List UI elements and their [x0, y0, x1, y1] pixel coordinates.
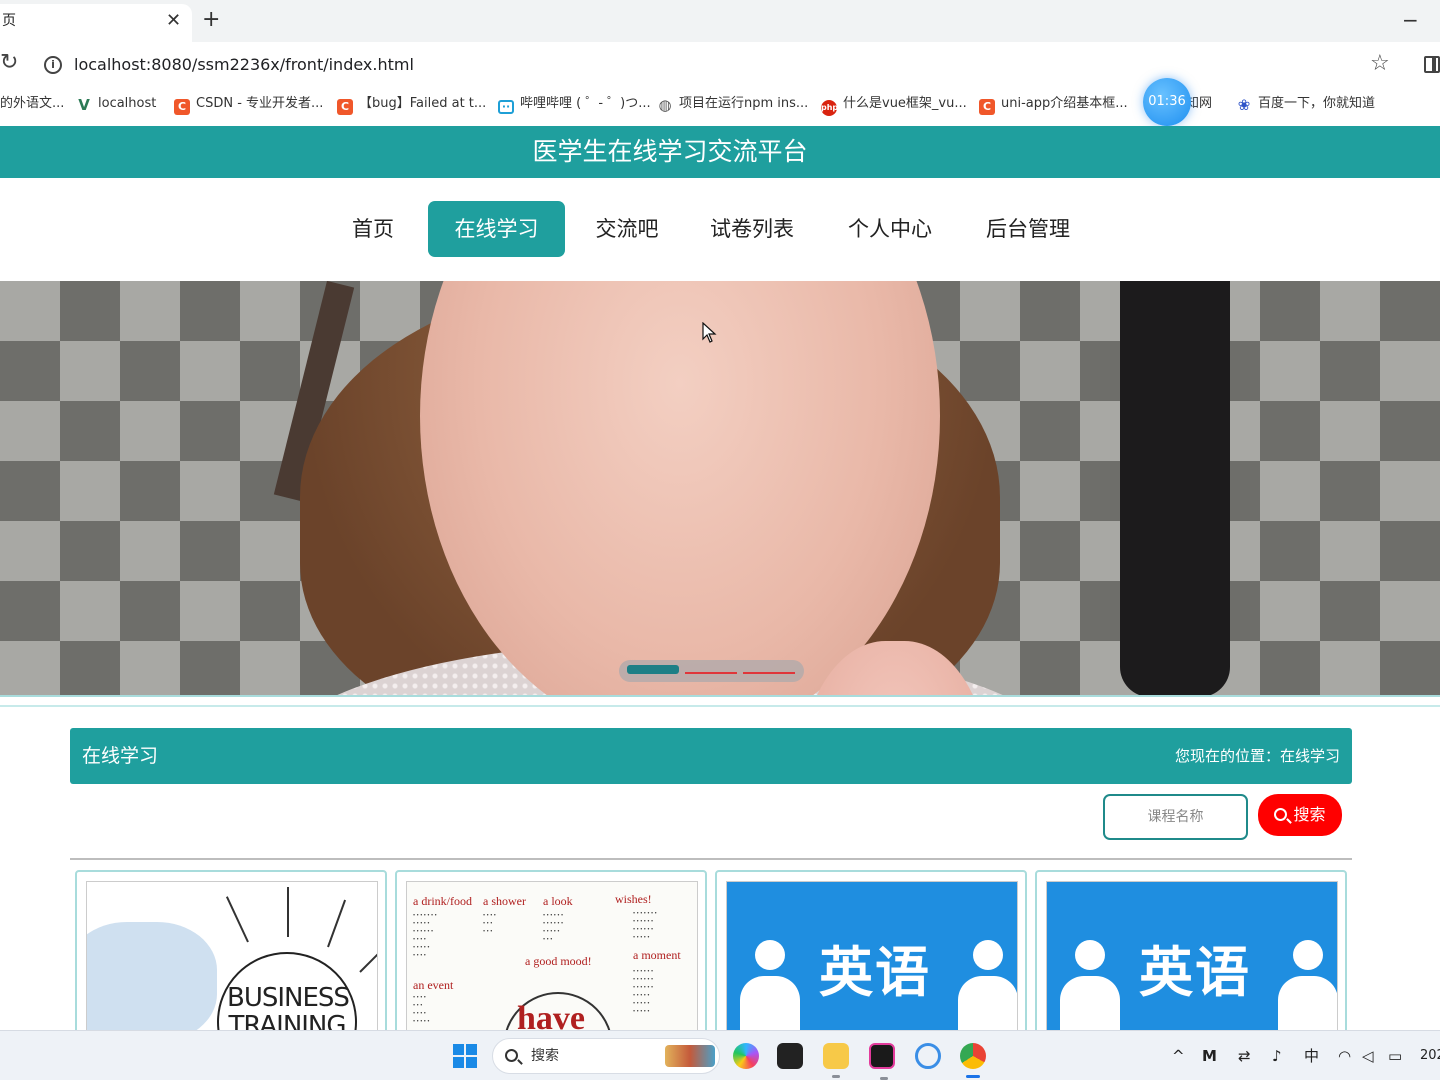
bookmark-item[interactable]: C CSDN - 专业开发者...	[174, 88, 323, 120]
csdn-icon: C	[174, 99, 190, 115]
address-bar: ↻ i localhost:8080/ssm2236x/front/index.…	[0, 42, 1440, 88]
microphone-icon[interactable]: ♪	[1272, 1031, 1282, 1081]
breadcrumb: 您现在的位置：在线学习	[1174, 747, 1340, 765]
bookmark-star-icon[interactable]: ☆	[1370, 51, 1390, 76]
bookmark-item[interactable]: ·· 哔哩哔哩 ( ゜- ゜)つ...	[498, 88, 651, 120]
person-icon	[1273, 940, 1337, 1038]
baidu-icon: ❀	[1237, 96, 1251, 114]
nav-forum[interactable]: 交流吧	[586, 201, 668, 257]
main-nav: 首页 在线学习 交流吧 试卷列表 个人中心 后台管理	[0, 180, 1440, 280]
person-icon	[953, 940, 1017, 1038]
course-card[interactable]: 英语	[715, 870, 1027, 1040]
tab-title: 页	[2, 13, 16, 29]
window-minimize-button[interactable]: −	[1402, 5, 1419, 35]
copilot-icon[interactable]	[733, 1043, 759, 1069]
windows-start-icon[interactable]	[453, 1044, 478, 1069]
search-icon	[1274, 808, 1288, 821]
carousel-pager	[619, 660, 804, 682]
carousel-dot-3[interactable]	[743, 670, 795, 674]
course-card[interactable]: 英语	[1035, 870, 1347, 1040]
section-header: 在线学习 您现在的位置：在线学习	[70, 728, 1352, 784]
course-image-business-training: BUSINESS TRAINING	[86, 881, 378, 1038]
intellij-icon[interactable]	[869, 1043, 895, 1080]
new-tab-button[interactable]: +	[202, 5, 220, 35]
bookmark-item[interactable]: ◍ 项目在运行npm ins...	[657, 88, 808, 120]
ime-indicator[interactable]: 中	[1304, 1031, 1319, 1081]
tray-app-icon[interactable]: M	[1202, 1031, 1217, 1081]
url-field[interactable]: localhost:8080/ssm2236x/front/index.html	[74, 55, 414, 74]
browser-tab[interactable]: 页 ✕	[0, 4, 192, 42]
course-image-have: a drink/food a shower a look wishes! an …	[406, 881, 698, 1038]
banner-carousel[interactable]	[0, 281, 1440, 697]
search-button[interactable]: 搜索	[1258, 794, 1342, 836]
floating-timer[interactable]: 01:36	[1143, 78, 1191, 126]
reload-icon[interactable]: ↻	[0, 50, 18, 75]
person-icon	[1055, 940, 1125, 1038]
side-panel-icon[interactable]	[1424, 56, 1440, 73]
vue-icon: V	[78, 96, 90, 114]
nav-exam-list[interactable]: 试卷列表	[700, 201, 804, 257]
carousel-dot-1[interactable]	[627, 665, 679, 674]
nav-home[interactable]: 首页	[342, 201, 404, 257]
banner-image-face	[420, 281, 940, 695]
csdn-icon: C	[337, 99, 353, 115]
browser-app-icon[interactable]	[915, 1043, 941, 1069]
divider	[70, 858, 1352, 860]
divider	[0, 705, 1440, 707]
course-card[interactable]: a drink/food a shower a look wishes! an …	[395, 870, 707, 1040]
bookmark-item[interactable]: Cuni-app介绍基本框...	[979, 88, 1128, 120]
bookmark-item[interactable]: 的外语文...	[0, 88, 64, 120]
nav-online-learning[interactable]: 在线学习	[428, 201, 565, 257]
nav-personal-center[interactable]: 个人中心	[838, 201, 942, 257]
search-highlight-icon	[665, 1045, 715, 1067]
tab-close-icon[interactable]: ✕	[166, 4, 181, 38]
tray-settings-icon[interactable]: ⇄	[1238, 1031, 1251, 1081]
nav-admin[interactable]: 后台管理	[976, 201, 1080, 257]
task-view-icon[interactable]	[777, 1043, 803, 1069]
red-site-icon: php	[821, 100, 838, 116]
bilibili-icon: ··	[498, 100, 514, 114]
person-icon	[735, 940, 805, 1038]
file-explorer-icon[interactable]	[823, 1043, 849, 1078]
bookmark-item[interactable]: Vlocalhost	[76, 88, 156, 120]
site-header: 医学生在线学习交流平台	[0, 126, 1440, 178]
globe-icon: ◍	[658, 96, 672, 114]
windows-taskbar: 搜索 ^ M ⇄ ♪ 中 ◠ ◁ ▭ 202	[0, 1030, 1440, 1080]
site-title: 医学生在线学习交流平台	[532, 137, 808, 166]
csdn-icon: C	[979, 99, 995, 115]
carousel-dot-2[interactable]	[685, 670, 737, 674]
course-image-english: 英语	[726, 881, 1018, 1038]
wifi-icon[interactable]: ◠	[1338, 1031, 1351, 1081]
taskbar-search[interactable]: 搜索	[492, 1038, 720, 1074]
browser-tab-bar: 页 ✕ + −	[0, 0, 1440, 42]
course-card[interactable]: BUSINESS TRAINING	[75, 870, 387, 1040]
course-image-english: 英语	[1046, 881, 1338, 1038]
bookmark-item[interactable]: C 【bug】Failed at t...	[337, 88, 486, 120]
tray-clock[interactable]: 202	[1420, 1031, 1440, 1081]
search-icon	[505, 1049, 518, 1062]
bookmark-item[interactable]: ❀ 百度一下，你就知道	[1236, 88, 1375, 120]
course-name-input[interactable]	[1103, 794, 1248, 840]
site-info-icon[interactable]: i	[44, 56, 62, 74]
bookmark-item[interactable]: php 什么是vue框架_vu...	[821, 88, 967, 120]
tray-chevron-up-icon[interactable]: ^	[1172, 1031, 1185, 1081]
bookmarks-bar: 的外语文... Vlocalhost C CSDN - 专业开发者... C 【bu…	[0, 88, 1440, 120]
section-title: 在线学习	[82, 745, 159, 767]
battery-icon[interactable]: ▭	[1388, 1031, 1402, 1081]
chrome-icon[interactable]	[960, 1043, 986, 1078]
volume-icon[interactable]: ◁	[1362, 1031, 1374, 1081]
course-image-text: 英语	[1139, 941, 1251, 1004]
course-image-text: 英语	[819, 941, 931, 1004]
